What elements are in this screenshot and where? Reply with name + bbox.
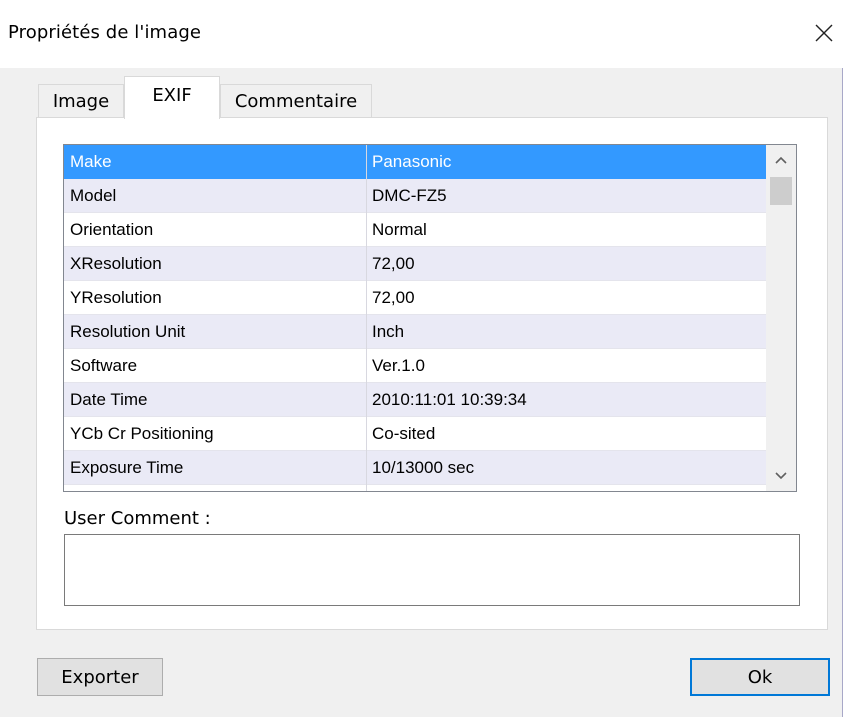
column-separator bbox=[366, 145, 367, 491]
exif-tag-value: 10/13000 sec bbox=[372, 458, 475, 477]
exif-tag-value: Normal bbox=[372, 220, 427, 239]
dialog-title: Propriétés de l'image bbox=[8, 22, 202, 43]
chevron-up-icon bbox=[775, 156, 787, 164]
exif-tag-value: DMC-FZ5 bbox=[372, 186, 447, 205]
exif-row[interactable]: YCb Cr Positioning Co-sited bbox=[64, 417, 766, 451]
vertical-scrollbar[interactable] bbox=[766, 145, 796, 491]
exif-row[interactable]: Software Ver.1.0 bbox=[64, 349, 766, 383]
exif-tag-value: Co-sited bbox=[372, 424, 436, 443]
exif-row[interactable]: XResolution 72,00 bbox=[64, 247, 766, 281]
exif-tag-value: 2010:11:01 10:39:34 bbox=[372, 390, 527, 409]
close-icon bbox=[815, 24, 833, 42]
exif-tag-name: Date Time bbox=[70, 390, 148, 409]
tab-image[interactable]: Image bbox=[38, 84, 124, 117]
tab-comment[interactable]: Commentaire bbox=[220, 84, 372, 117]
exif-tag-value: Inch bbox=[372, 322, 405, 341]
exif-row[interactable]: YResolution 72,00 bbox=[64, 281, 766, 315]
export-button[interactable]: Exporter bbox=[37, 658, 163, 696]
exif-tag-name: Model bbox=[70, 186, 117, 205]
exif-tag-value: Panasonic bbox=[372, 152, 452, 171]
exif-list[interactable]: Make Panasonic Model DMC-FZ5 Orientation Norm… bbox=[63, 144, 797, 492]
scroll-thumb[interactable] bbox=[770, 177, 792, 205]
exif-tag-name: YCb Cr Positioning bbox=[70, 424, 214, 443]
exif-row[interactable]: Make Panasonic bbox=[64, 145, 766, 179]
exif-tag-name: XResolution bbox=[70, 254, 162, 273]
ok-button[interactable]: Ok bbox=[690, 658, 830, 696]
scroll-up-button[interactable] bbox=[766, 145, 796, 175]
exif-tag-name: Software bbox=[70, 356, 138, 375]
exif-tag-value: 72,00 bbox=[372, 288, 415, 307]
exif-tag-value: Ver.1.0 bbox=[372, 356, 425, 375]
image-properties-dialog: Propriétés de l'image Image EXIF Comment… bbox=[0, 0, 843, 717]
tab-exif[interactable]: EXIF bbox=[124, 76, 220, 119]
exif-tag-value: 72,00 bbox=[372, 254, 415, 273]
user-comment-field[interactable] bbox=[64, 534, 800, 606]
close-button[interactable] bbox=[809, 18, 839, 48]
exif-tag-name: Orientation bbox=[70, 220, 154, 239]
exif-row[interactable]: Date Time 2010:11:01 10:39:34 bbox=[64, 383, 766, 417]
exif-row[interactable]: Model DMC-FZ5 bbox=[64, 179, 766, 213]
exif-row[interactable]: Exposure Time 10/13000 sec bbox=[64, 451, 766, 485]
exif-tag-name: Resolution Unit bbox=[70, 322, 186, 341]
exif-row[interactable]: Orientation Normal bbox=[64, 213, 766, 247]
exif-tag-name: Make bbox=[70, 152, 112, 171]
user-comment-label: User Comment : bbox=[64, 508, 211, 529]
exif-tag-name: Exposure Time bbox=[70, 458, 184, 477]
chevron-down-icon bbox=[775, 472, 787, 480]
scroll-down-button[interactable] bbox=[766, 461, 796, 491]
title-bar: Propriétés de l'image bbox=[0, 0, 843, 68]
exif-row[interactable]: Resolution Unit Inch bbox=[64, 315, 766, 349]
exif-tag-name: YResolution bbox=[70, 288, 162, 307]
